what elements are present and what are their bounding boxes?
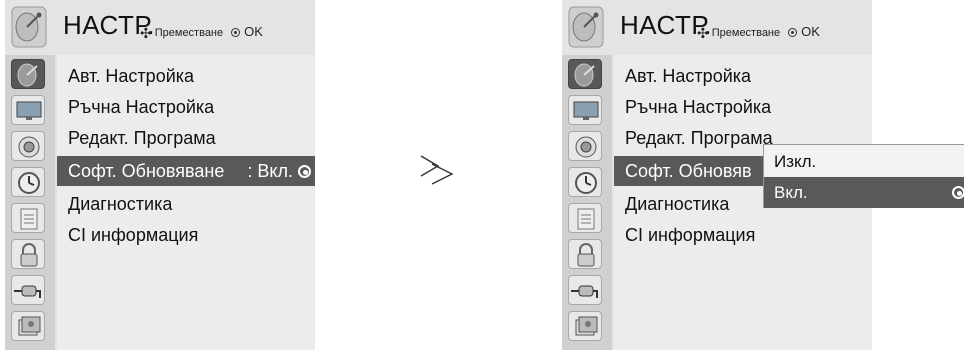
input-icon[interactable]	[568, 275, 602, 305]
menu-item-label: Авт. Настройка	[68, 66, 195, 86]
ok-button-icon	[231, 28, 241, 37]
category-sidebar	[5, 55, 55, 350]
satellite-icon[interactable]	[568, 59, 602, 89]
menu-header: НАСТР. ✣ Преместване OK	[562, 0, 872, 55]
menu-item-label: CI информация	[625, 225, 756, 245]
picture-icon[interactable]	[568, 95, 602, 125]
input-icon[interactable]	[11, 275, 45, 305]
menu-item-manual-tuning[interactable]: Ръчна Настройка	[614, 92, 872, 122]
ok-button-icon	[788, 28, 798, 37]
menu-item-label: Диагностика	[625, 194, 730, 214]
menu-header: НАСТР. ✣ Преместване OK	[5, 0, 315, 55]
option-on[interactable]: Вкл.	[764, 177, 964, 208]
menu-item-label: Авт. Настройка	[625, 66, 752, 86]
media-icon[interactable]	[568, 311, 602, 341]
menu-item-manual-tuning[interactable]: Ръчна Настройка	[57, 92, 315, 122]
left-menu-panel: НАСТР. ✣ Преместване OK Авт. Настройка Р…	[5, 0, 315, 350]
time-icon[interactable]	[11, 167, 45, 197]
lock-icon[interactable]	[568, 239, 602, 269]
move-arrows-icon: ✣	[140, 25, 152, 41]
menu-item-software-update[interactable]: Софт. Обновяване : Вкл.	[57, 156, 315, 186]
satellite-icon[interactable]	[11, 59, 45, 89]
next-step-arrow-icon	[420, 155, 454, 185]
menu-item-ci-information[interactable]: CI информация	[57, 220, 315, 250]
satellite-dish-icon	[568, 6, 604, 48]
option-icon[interactable]	[11, 203, 45, 233]
audio-icon[interactable]	[11, 131, 45, 161]
time-icon[interactable]	[568, 167, 602, 197]
software-update-value: : Вкл.	[247, 161, 293, 181]
media-icon[interactable]	[11, 311, 45, 341]
hint-move-label: Преместване	[711, 27, 781, 39]
picture-icon[interactable]	[11, 95, 45, 125]
hint-ok-label: OK	[801, 24, 820, 39]
lock-icon[interactable]	[11, 239, 45, 269]
option-label: Изкл.	[774, 152, 817, 171]
menu-hint: ✣ Преместване OK	[140, 24, 263, 42]
satellite-dish-icon	[11, 6, 47, 48]
option-label: Вкл.	[774, 183, 808, 202]
menu-hint: ✣ Преместване OK	[697, 24, 820, 42]
menu-list: Авт. Настройка Ръчна Настройка Редакт. П…	[57, 55, 315, 350]
move-arrows-icon: ✣	[697, 25, 709, 41]
menu-item-label: CI информация	[68, 225, 199, 245]
audio-icon[interactable]	[568, 131, 602, 161]
menu-item-auto-tuning[interactable]: Авт. Настройка	[614, 61, 872, 91]
software-update-popup: Изкл. Вкл.	[763, 144, 964, 208]
menu-item-label: Редакт. Програма	[68, 128, 216, 148]
menu-item-label: Софт. Обновяв	[625, 161, 752, 181]
menu-item-label: Ръчна Настройка	[625, 97, 772, 117]
hint-ok-label: OK	[244, 24, 263, 39]
menu-item-programme-edit[interactable]: Редакт. Програма	[57, 123, 315, 153]
menu-item-ci-information[interactable]: CI информация	[614, 220, 872, 250]
radio-selected-icon	[298, 165, 311, 178]
hint-move-label: Преместване	[154, 27, 224, 39]
menu-item-label: Ръчна Настройка	[68, 97, 215, 117]
option-icon[interactable]	[568, 203, 602, 233]
menu-item-diagnostics[interactable]: Диагностика	[57, 189, 315, 219]
menu-item-label: Софт. Обновяване	[68, 161, 225, 181]
menu-item-label: Редакт. Програма	[625, 128, 773, 148]
category-sidebar	[562, 55, 612, 350]
menu-item-auto-tuning[interactable]: Авт. Настройка	[57, 61, 315, 91]
menu-item-label: Диагностика	[68, 194, 173, 214]
radio-selected-icon	[952, 186, 964, 199]
option-off[interactable]: Изкл.	[764, 146, 964, 177]
